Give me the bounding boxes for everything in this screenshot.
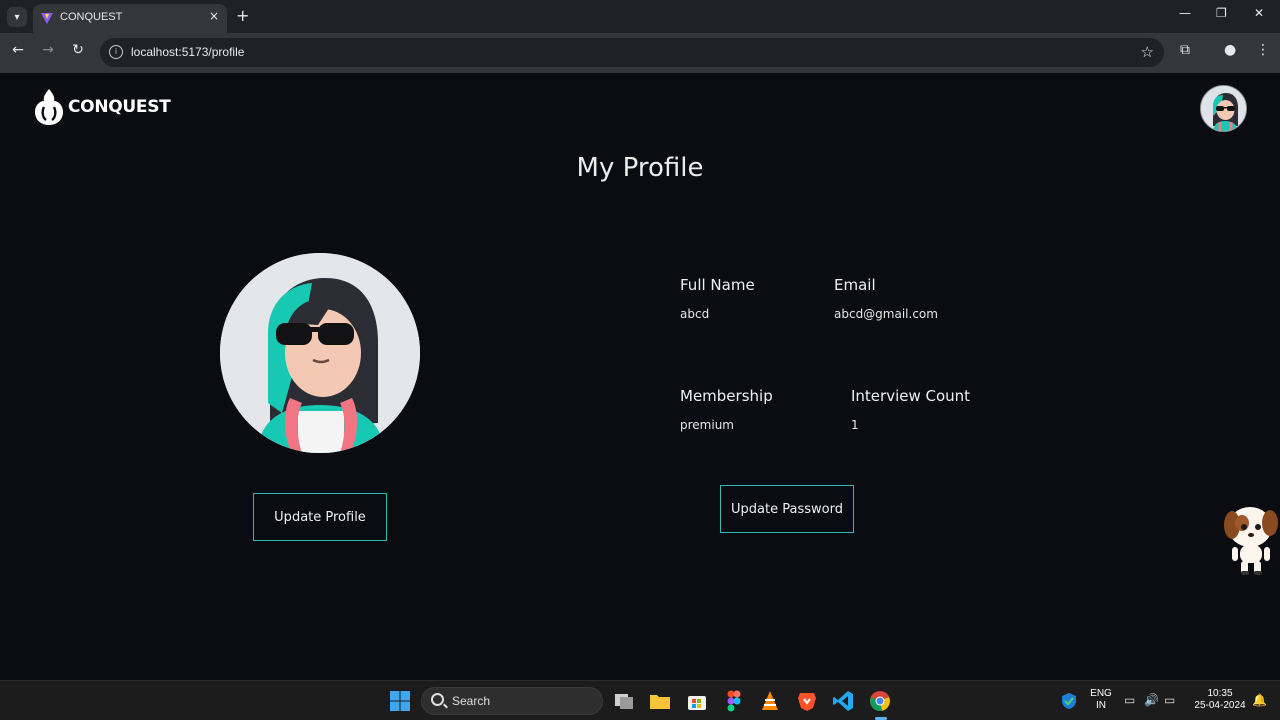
- clock-time: 10:35: [1207, 688, 1233, 699]
- notification-bell-icon[interactable]: 🔔: [1252, 693, 1267, 707]
- forward-button[interactable]: →: [38, 42, 58, 58]
- logo-text: CONQUEST: [68, 97, 171, 117]
- close-window-button[interactable]: ✕: [1254, 6, 1264, 20]
- interview-count-value: 1: [851, 418, 859, 432]
- windows-start-icon[interactable]: [388, 689, 412, 713]
- full-name-value: abcd: [680, 307, 710, 321]
- language-indicator[interactable]: ENG IN: [1088, 688, 1114, 712]
- microsoft-store-icon[interactable]: [685, 689, 709, 713]
- reload-button[interactable]: ↻: [68, 42, 88, 58]
- avatar-illustration-icon: [220, 253, 420, 453]
- taskbar-search[interactable]: Search: [421, 687, 603, 715]
- app-logo[interactable]: CONQUEST: [32, 87, 171, 127]
- language-line-2: IN: [1096, 700, 1106, 711]
- restore-button[interactable]: ❐: [1216, 6, 1227, 20]
- tab-close-icon[interactable]: ×: [209, 9, 219, 23]
- figma-icon[interactable]: [722, 689, 746, 713]
- nav-user-avatar[interactable]: [1200, 85, 1247, 132]
- full-name-label: Full Name: [680, 276, 755, 294]
- file-explorer-icon[interactable]: [648, 689, 672, 713]
- dog-mascot-icon[interactable]: [1220, 501, 1280, 577]
- extensions-icon[interactable]: ⧉: [1180, 42, 1190, 58]
- conquest-logo-icon: [35, 89, 63, 125]
- taskbar-search-label: Search: [452, 694, 491, 708]
- site-info-icon[interactable]: i: [109, 45, 123, 59]
- menu-kebab-icon[interactable]: ⋮: [1256, 42, 1270, 58]
- back-button[interactable]: ←: [8, 42, 28, 58]
- chrome-icon[interactable]: [868, 689, 892, 713]
- email-value: abcd@gmail.com: [834, 307, 938, 321]
- search-icon: [431, 693, 444, 706]
- language-line-1: ENG: [1090, 688, 1112, 699]
- interview-count-label: Interview Count: [851, 387, 971, 405]
- page-title: My Profile: [576, 153, 704, 183]
- bookmark-star-icon[interactable]: ☆: [1141, 43, 1154, 61]
- security-shield-icon[interactable]: [1060, 692, 1078, 710]
- windows-taskbar: Search ENG IN ▭ 🔊 ▭ 10:35 25-04-2024 🔔: [0, 680, 1280, 720]
- profile-page: CONQUEST My Profile Update Profile Full …: [0, 73, 1280, 680]
- profile-icon[interactable]: ●: [1224, 42, 1236, 58]
- address-url[interactable]: localhost:5173/profile: [131, 45, 244, 59]
- brave-browser-icon[interactable]: [795, 689, 819, 713]
- task-view-icon[interactable]: [612, 689, 636, 713]
- address-bar[interactable]: i localhost:5173/profile ☆: [100, 38, 1164, 67]
- clock-date: 25-04-2024: [1194, 700, 1246, 711]
- volume-icon[interactable]: 🔊: [1144, 693, 1159, 707]
- membership-value: premium: [680, 418, 734, 432]
- update-password-button[interactable]: Update Password: [720, 485, 854, 533]
- vlc-icon[interactable]: [758, 689, 782, 713]
- new-tab-button[interactable]: +: [236, 6, 249, 25]
- profile-avatar-image: [220, 253, 420, 453]
- email-label: Email: [834, 276, 876, 294]
- browser-tab-strip: ▾ CONQUEST × + — ❐ ✕: [0, 0, 1280, 33]
- clock[interactable]: 10:35 25-04-2024: [1188, 688, 1252, 712]
- vscode-icon[interactable]: [831, 689, 855, 713]
- vite-favicon-icon: [41, 13, 53, 24]
- update-profile-button[interactable]: Update Profile: [253, 493, 387, 541]
- user-avatar-icon: [1201, 86, 1246, 131]
- membership-label: Membership: [680, 387, 773, 405]
- display-icon[interactable]: ▭: [1124, 693, 1135, 707]
- browser-toolbar: ← → ↻ i localhost:5173/profile ☆ ⧉ ● ⋮: [0, 33, 1280, 73]
- active-tab[interactable]: CONQUEST ×: [33, 4, 227, 33]
- tab-search-button[interactable]: ▾: [7, 7, 27, 27]
- tab-title: CONQUEST: [60, 11, 123, 23]
- battery-icon[interactable]: ▭: [1164, 693, 1175, 707]
- minimize-button[interactable]: —: [1179, 6, 1191, 20]
